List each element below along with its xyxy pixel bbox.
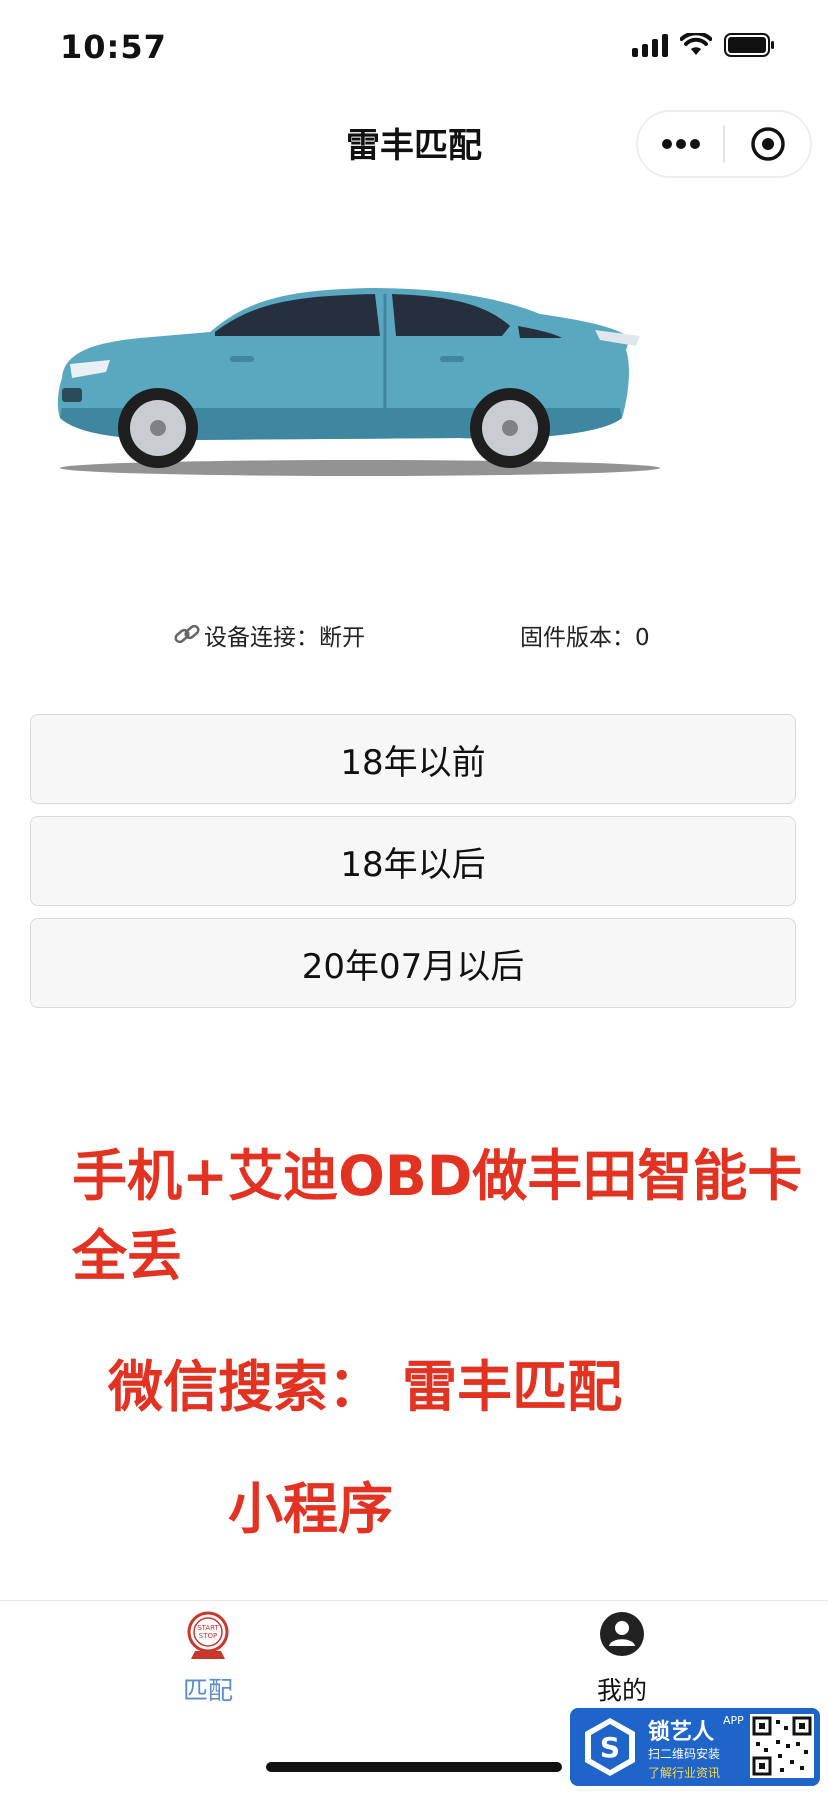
device-info-row: 设备连接：断开 固件版本：0 — [0, 612, 828, 656]
wifi-icon — [680, 33, 712, 55]
connection-status-text: 设备连接：断开 — [204, 625, 365, 651]
mini-program-capsule — [636, 110, 812, 178]
cellular-signal-icon — [632, 33, 668, 57]
status-time: 10:57 — [60, 28, 167, 66]
watermark-logo-icon: S — [585, 1718, 635, 1776]
tab-mine-label: 我的 — [596, 1676, 647, 1705]
connection-status: 设备连接：断开 — [172, 618, 365, 652]
option-after-2020-07-button[interactable]: 20年07月以后 — [30, 918, 796, 1008]
watermark-banner: S 锁艺人 APP 扫二维码安装 了解行业资讯 — [570, 1708, 820, 1786]
tab-match-label: 匹配 — [182, 1676, 233, 1705]
close-mini-program-button[interactable] — [725, 112, 810, 176]
option-before-2018-button[interactable]: 18年以前 — [30, 714, 796, 804]
svg-text:STOP: STOP — [199, 1632, 217, 1640]
link-icon — [174, 624, 200, 644]
car-illustration — [57, 288, 660, 476]
nav-bar: 雷丰匹配 — [0, 100, 828, 180]
more-dots-icon — [661, 139, 700, 149]
start-stop-icon: START STOP — [187, 1611, 229, 1659]
option-after-2018-button[interactable]: 18年以后 — [30, 816, 796, 906]
watermark-line3: 了解行业资讯 — [648, 1766, 721, 1780]
home-indicator — [266, 1762, 562, 1772]
target-circle-icon — [750, 127, 785, 161]
user-icon — [600, 1612, 644, 1656]
svg-text:START: START — [197, 1624, 219, 1632]
promo-text-line3: 小程序 — [228, 1477, 394, 1541]
battery-icon — [724, 33, 774, 57]
promo-text-line2: 微信搜索： 雷丰匹配 — [108, 1355, 623, 1419]
qr-code-icon — [750, 1714, 814, 1778]
watermark-badge: APP — [723, 1714, 744, 1727]
firmware-version: 固件版本：0 — [520, 625, 650, 651]
watermark-brand: 锁艺人 — [648, 1720, 715, 1745]
watermark-line2: 扫二维码安装 — [648, 1747, 721, 1761]
tab-mine[interactable]: 我的 — [542, 1611, 702, 1707]
promo-text-line1: 手机+艾迪OBD做丰田智能卡全丢 — [72, 1144, 803, 1288]
more-button[interactable] — [638, 112, 723, 176]
status-bar: 10:57 — [0, 0, 828, 100]
tab-match[interactable]: START STOP 匹配 — [128, 1611, 288, 1707]
svg-text:S: S — [600, 1731, 620, 1764]
status-icons — [632, 32, 776, 58]
